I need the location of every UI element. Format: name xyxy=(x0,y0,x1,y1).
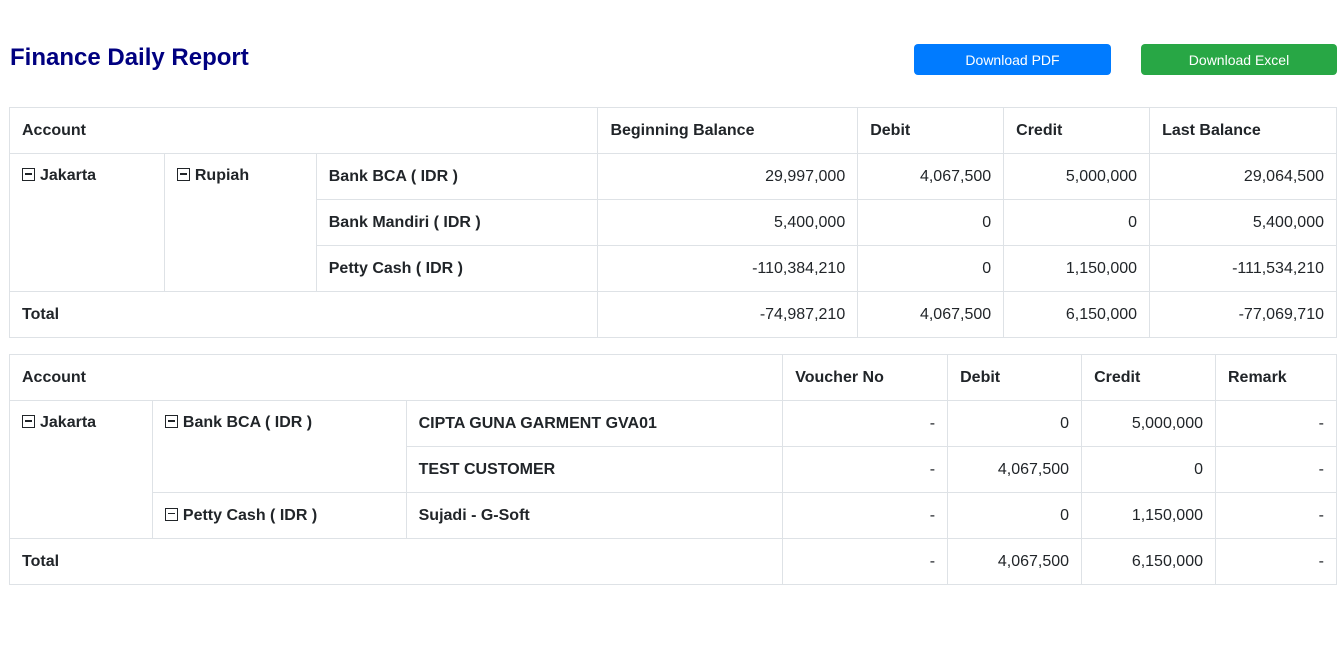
table-header-row: Account Beginning Balance Debit Credit L… xyxy=(8,107,1337,154)
account-name: Bank BCA ( IDR ) xyxy=(315,153,599,200)
voucher-no: - xyxy=(782,400,949,447)
currency-label: Rupiah xyxy=(194,167,250,184)
counterparty-name: TEST CUSTOMER xyxy=(405,446,784,493)
total-row: Total - 4,067,500 6,150,000 - xyxy=(8,538,1337,585)
download-pdf-button[interactable]: Download PDF xyxy=(914,44,1111,75)
beginning-balance: -110,384,210 xyxy=(597,245,859,292)
credit: 5,000,000 xyxy=(1003,153,1151,200)
branch-label: Jakarta xyxy=(40,167,97,184)
header-beginning-balance: Beginning Balance xyxy=(597,107,859,154)
credit: 0 xyxy=(1081,446,1216,493)
table-row: Jakarta Bank BCA ( IDR ) CIPTA GUNA GARM… xyxy=(9,400,1337,539)
total-credit: 6,150,000 xyxy=(1081,538,1216,585)
last-balance: 5,400,000 xyxy=(1149,199,1337,246)
download-excel-button[interactable]: Download Excel xyxy=(1141,44,1337,75)
voucher-no: - xyxy=(782,492,949,539)
beginning-balance: 29,997,000 xyxy=(597,153,859,200)
header-credit: Credit xyxy=(1003,107,1151,154)
balance-summary-table: Account Beginning Balance Debit Credit L… xyxy=(8,107,1337,338)
remark: - xyxy=(1215,446,1337,493)
table-row: Jakarta Rupiah Bank BCA ( IDR ) 29,997,0… xyxy=(9,153,1337,292)
total-row: Total -74,987,210 4,067,500 6,150,000 -7… xyxy=(8,291,1337,338)
branch-label: Jakarta xyxy=(40,414,97,431)
debit: 4,067,500 xyxy=(947,446,1083,493)
total-label: Total xyxy=(8,291,599,338)
last-balance: 29,064,500 xyxy=(1149,153,1337,200)
table-row: Petty Cash ( IDR ) Sujadi - G-Soft - 0 1… xyxy=(10,492,1337,539)
total-debit: 4,067,500 xyxy=(947,538,1083,585)
total-beginning-balance: -74,987,210 xyxy=(597,291,859,338)
remark: - xyxy=(1215,400,1337,447)
collapse-icon[interactable] xyxy=(164,415,178,428)
total-voucher-no: - xyxy=(782,538,949,585)
account-group-label: Petty Cash ( IDR ) xyxy=(182,506,318,524)
total-credit: 6,150,000 xyxy=(1003,291,1151,338)
header-voucher-no: Voucher No xyxy=(782,354,949,401)
header-debit: Debit xyxy=(857,107,1005,154)
collapse-icon[interactable] xyxy=(176,168,190,181)
total-last-balance: -77,069,710 xyxy=(1149,291,1337,338)
header-remark: Remark xyxy=(1215,354,1337,401)
debit: 0 xyxy=(947,492,1083,539)
credit: 1,150,000 xyxy=(1003,245,1151,292)
total-remark: - xyxy=(1215,538,1337,585)
credit: 5,000,000 xyxy=(1081,400,1216,447)
table-header-row: Account Voucher No Debit Credit Remark xyxy=(8,354,1337,401)
debit: 4,067,500 xyxy=(857,153,1005,200)
total-label: Total xyxy=(8,538,784,585)
debit: 0 xyxy=(857,199,1005,246)
credit: 1,150,000 xyxy=(1081,492,1216,539)
header-debit: Debit xyxy=(947,354,1083,401)
account-group-label: Bank BCA ( IDR ) xyxy=(182,414,313,431)
total-debit: 4,067,500 xyxy=(857,291,1005,338)
header-account: Account xyxy=(8,107,599,154)
header-credit: Credit xyxy=(1081,354,1216,401)
counterparty-name: Sujadi - G-Soft xyxy=(405,492,784,539)
account-name: Petty Cash ( IDR ) xyxy=(315,245,599,292)
account-group-cell: Petty Cash ( IDR ) xyxy=(151,492,407,539)
last-balance: -111,534,210 xyxy=(1149,245,1337,292)
currency-cell: Rupiah xyxy=(163,153,317,292)
branch-cell: Jakarta xyxy=(9,400,153,539)
page-title: Finance Daily Report xyxy=(10,44,249,71)
header-last-balance: Last Balance xyxy=(1149,107,1337,154)
header-account: Account xyxy=(8,354,784,401)
collapse-icon[interactable] xyxy=(22,415,35,428)
transaction-detail-table: Account Voucher No Debit Credit Remark J… xyxy=(8,354,1337,585)
account-group-cell: Bank BCA ( IDR ) xyxy=(151,400,407,493)
account-name: Bank Mandiri ( IDR ) xyxy=(315,199,599,246)
remark: - xyxy=(1215,492,1337,539)
collapse-icon[interactable] xyxy=(164,507,178,521)
voucher-no: - xyxy=(782,446,949,493)
collapse-icon[interactable] xyxy=(22,168,35,181)
credit: 0 xyxy=(1003,199,1151,246)
debit: 0 xyxy=(857,245,1005,292)
beginning-balance: 5,400,000 xyxy=(597,199,859,246)
debit: 0 xyxy=(947,400,1083,447)
counterparty-name: CIPTA GUNA GARMENT GVA01 xyxy=(405,400,784,447)
branch-cell: Jakarta xyxy=(9,153,165,292)
